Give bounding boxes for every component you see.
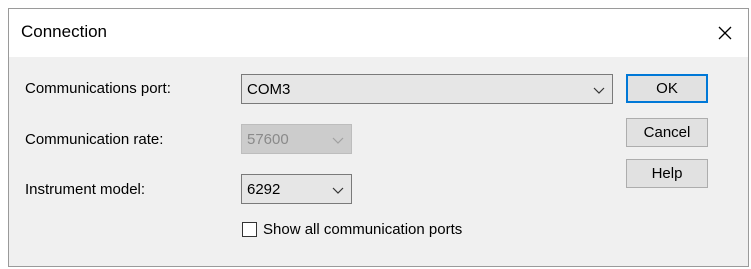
communications-port-value: COM3 — [247, 81, 291, 98]
communication-rate-label: Communication rate: — [25, 131, 164, 148]
show-all-ports-checkbox[interactable] — [242, 222, 257, 237]
chevron-down-icon — [332, 137, 344, 144]
cancel-button[interactable]: Cancel — [626, 118, 708, 147]
ok-button[interactable]: OK — [626, 74, 708, 103]
close-icon — [718, 26, 732, 40]
chevron-down-icon — [593, 87, 605, 94]
connection-dialog: Connection Communications port: COM3 Com… — [8, 8, 749, 267]
communications-port-select[interactable]: COM3 — [241, 74, 613, 104]
show-all-ports-option[interactable]: Show all communication ports — [242, 221, 462, 238]
close-button[interactable] — [702, 9, 748, 57]
instrument-model-label: Instrument model: — [25, 181, 146, 198]
show-all-ports-label: Show all communication ports — [263, 221, 463, 238]
title-bar: Connection — [9, 9, 748, 57]
communications-port-label: Communications port: — [25, 80, 171, 97]
communication-rate-value: 57600 — [247, 131, 289, 148]
dialog-title: Connection — [21, 22, 108, 41]
help-button[interactable]: Help — [626, 159, 708, 188]
instrument-model-select[interactable]: 6292 — [241, 174, 352, 204]
chevron-down-icon — [332, 187, 344, 194]
communication-rate-select: 57600 — [241, 124, 352, 154]
instrument-model-value: 6292 — [247, 181, 281, 198]
